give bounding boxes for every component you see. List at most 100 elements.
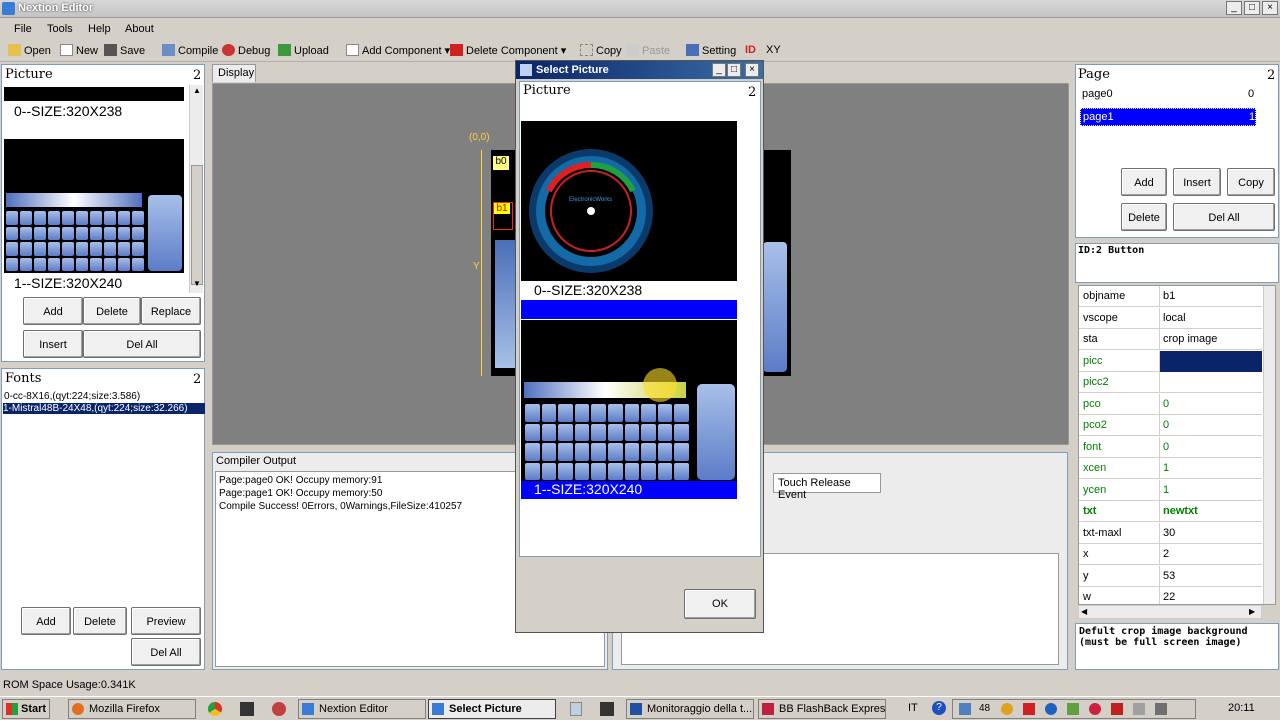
page-insert-button[interactable]: Insert: [1173, 168, 1221, 196]
font-item-0[interactable]: 0-cc-8X16,(qyt:224;size:3.586): [4, 391, 140, 402]
quicklaunch-icon-4[interactable]: [600, 702, 614, 716]
attribute-value[interactable]: crop image: [1159, 329, 1262, 350]
attribute-row[interactable]: pco 0: [1079, 393, 1262, 415]
attribute-value[interactable]: 22: [1159, 587, 1262, 604]
tray-icon-b[interactable]: [1023, 703, 1035, 715]
attribute-value[interactable]: 1: [1159, 458, 1262, 479]
dialog-item-0-label[interactable]: 0--SIZE:320X238: [534, 282, 642, 298]
font-item-1[interactable]: 1-Mistral48B-24X48,(qyt:224;size:32.266): [3, 403, 205, 414]
tray-icon-f[interactable]: [1111, 703, 1123, 715]
page-item-0[interactable]: page0 0: [1080, 87, 1256, 103]
taskbar-item-firefox[interactable]: Mozilla Firefox: [68, 699, 196, 719]
dialog-maximize-button[interactable]: □: [727, 63, 741, 77]
attribute-row[interactable]: y 53: [1079, 565, 1262, 587]
scroll-up-arrow-icon[interactable]: ▲: [191, 86, 203, 98]
attribute-row[interactable]: ycen 1: [1079, 479, 1262, 501]
menu-about[interactable]: About: [125, 23, 154, 35]
save-button[interactable]: Save: [104, 44, 145, 57]
attribute-row[interactable]: xcen 1: [1079, 458, 1262, 479]
picture-scrollbar[interactable]: ▲ ▼: [189, 85, 203, 293]
scroll-thumb[interactable]: [191, 165, 203, 285]
page-copy-button[interactable]: Copy: [1227, 168, 1275, 196]
attribute-row[interactable]: x2: [1079, 544, 1262, 565]
start-button[interactable]: Start: [2, 699, 50, 719]
attribute-value[interactable]: 2: [1159, 544, 1262, 565]
menu-help[interactable]: Help: [88, 23, 111, 35]
attribute-value[interactable]: newtxt: [1159, 501, 1262, 522]
setting-button[interactable]: Setting: [686, 44, 736, 57]
attribute-row[interactable]: txt newtxt: [1079, 501, 1262, 522]
attribute-row[interactable]: vscope local: [1079, 307, 1262, 329]
help-tray-icon[interactable]: ?: [932, 701, 946, 715]
close-button[interactable]: ×: [1262, 1, 1278, 15]
dialog-item-1-label[interactable]: 1--SIZE:320X240: [521, 481, 737, 499]
attribute-value[interactable]: 0: [1159, 415, 1262, 436]
attribute-row[interactable]: txt-maxl 30: [1079, 522, 1262, 544]
quicklaunch-icon-1[interactable]: [240, 702, 254, 716]
taskbar-item-nextion-editor[interactable]: Nextion Editor: [298, 699, 426, 719]
attribute-vscroll[interactable]: [1263, 286, 1275, 604]
menu-file[interactable]: File: [14, 23, 32, 35]
attribute-value[interactable]: 30: [1159, 522, 1262, 544]
attribute-row[interactable]: sta crop image: [1079, 329, 1262, 350]
fonts-delete-button[interactable]: Delete: [73, 607, 127, 635]
page-delete-button[interactable]: Delete: [1121, 203, 1167, 231]
b0-component[interactable]: b0: [493, 156, 509, 170]
picture-delete-button[interactable]: Delete: [83, 297, 141, 325]
attribute-row[interactable]: picc2: [1079, 372, 1262, 393]
network-tray-icon[interactable]: [959, 703, 971, 715]
attribute-value[interactable]: [1159, 372, 1262, 393]
page-del-all-button[interactable]: Del All: [1173, 203, 1275, 231]
attribute-hscroll[interactable]: ◀ ▶: [1078, 605, 1262, 619]
fonts-del-all-button[interactable]: Del All: [131, 638, 201, 666]
copy-button[interactable]: Copy: [580, 44, 622, 57]
picture-replace-button[interactable]: Replace: [141, 297, 201, 325]
dialog-picture-1[interactable]: [521, 320, 737, 482]
compile-button[interactable]: Compile: [162, 44, 218, 57]
attribute-value[interactable]: [1159, 350, 1262, 372]
dialog-minimize-button[interactable]: _: [712, 63, 726, 77]
tray-icon-g[interactable]: [1133, 703, 1145, 715]
fonts-preview-button[interactable]: Preview: [131, 607, 201, 635]
attribute-row[interactable]: objname b1: [1079, 286, 1262, 307]
b1-component[interactable]: b1: [493, 202, 513, 230]
picture-thumb-1[interactable]: [4, 139, 184, 273]
attribute-value[interactable]: 53: [1159, 565, 1262, 587]
xy-button[interactable]: XY: [766, 44, 781, 56]
add-component-button[interactable]: Add Component ▾: [346, 44, 450, 57]
tray-icon-a[interactable]: [1001, 703, 1013, 715]
dialog-ok-button[interactable]: OK: [684, 589, 756, 619]
page-add-button[interactable]: Add: [1121, 168, 1167, 196]
tray-icon-d[interactable]: [1067, 703, 1079, 715]
quicklaunch-icon-2[interactable]: [272, 702, 286, 716]
picture-item-1-label[interactable]: 1--SIZE:320X240: [14, 275, 122, 291]
id-button[interactable]: ID: [745, 44, 756, 56]
attribute-value[interactable]: 1: [1159, 479, 1262, 501]
paste-button[interactable]: Paste: [626, 44, 670, 57]
fonts-add-button[interactable]: Add: [21, 607, 71, 635]
picture-del-all-button[interactable]: Del All: [83, 330, 201, 358]
tray-number[interactable]: 48: [979, 703, 990, 714]
delete-component-button[interactable]: Delete Component ▾: [450, 44, 566, 57]
minimize-button[interactable]: _: [1226, 1, 1242, 15]
scroll-down-arrow-icon[interactable]: ▼: [191, 279, 203, 291]
maximize-button[interactable]: □: [1244, 1, 1260, 15]
attribute-row[interactable]: font 0: [1079, 436, 1262, 458]
dialog-picture-0[interactable]: ElectronicWorks: [521, 121, 737, 281]
scroll-left-arrow-icon[interactable]: ◀: [1081, 607, 1087, 616]
attribute-row[interactable]: w 22: [1079, 587, 1262, 604]
dialog-close-button[interactable]: ×: [745, 63, 759, 77]
upload-button[interactable]: Upload: [278, 44, 329, 57]
quicklaunch-icon-3[interactable]: [570, 702, 582, 716]
taskbar-item-monitoraggio[interactable]: Monitoraggio della t...: [626, 699, 754, 719]
open-button[interactable]: Open: [8, 44, 51, 57]
attribute-value[interactable]: local: [1159, 307, 1262, 329]
taskbar-item-select-picture[interactable]: Select Picture: [428, 699, 556, 719]
attribute-value[interactable]: b1: [1159, 286, 1262, 307]
language-indicator[interactable]: IT: [908, 702, 918, 714]
picture-item-0-label[interactable]: 0--SIZE:320X238: [14, 103, 122, 119]
taskbar-item-bb-flashback[interactable]: BB FlashBack Expres...: [758, 699, 886, 719]
tray-icon-c[interactable]: [1045, 703, 1057, 715]
debug-button[interactable]: Debug: [222, 44, 270, 57]
attribute-value[interactable]: 0: [1159, 436, 1262, 458]
